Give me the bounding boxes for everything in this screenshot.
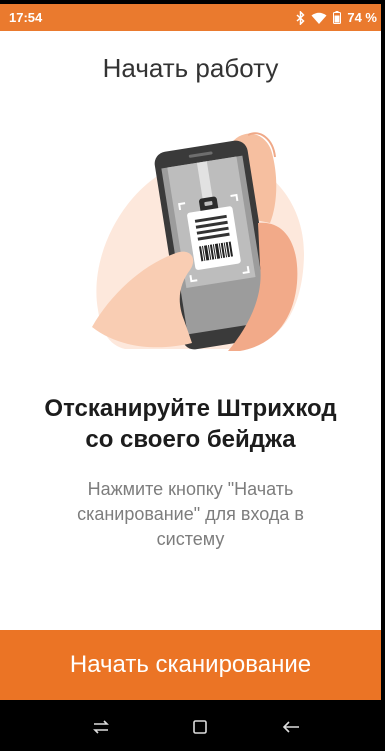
status-bar: 17:54 74 % xyxy=(0,4,381,31)
start-scan-button-label: Начать сканирование xyxy=(69,651,312,678)
page-title: Начать работу xyxy=(102,53,279,83)
badge-graphic xyxy=(187,206,241,270)
status-icons: 74 % xyxy=(296,9,377,26)
top-frame-edge xyxy=(0,0,385,4)
scan-heading: Отсканируйте Штрихкод со своего бейджа xyxy=(44,395,337,453)
start-scan-button[interactable]: Начать сканирование xyxy=(0,630,381,700)
status-time: 17:54 xyxy=(9,10,43,25)
bluetooth-icon xyxy=(296,10,305,25)
right-frame-edge xyxy=(381,0,385,751)
battery-percent: 74 % xyxy=(347,10,377,25)
home-icon[interactable] xyxy=(188,719,212,735)
scan-instructions: Нажмите кнопку "Начать сканирование" для… xyxy=(77,479,304,549)
wifi-icon xyxy=(311,12,327,24)
badge-scan-illustration xyxy=(80,105,310,355)
recent-apps-icon[interactable] xyxy=(89,719,113,735)
navigation-bar xyxy=(0,700,385,751)
battery-icon xyxy=(333,11,342,24)
back-icon[interactable] xyxy=(279,719,303,735)
